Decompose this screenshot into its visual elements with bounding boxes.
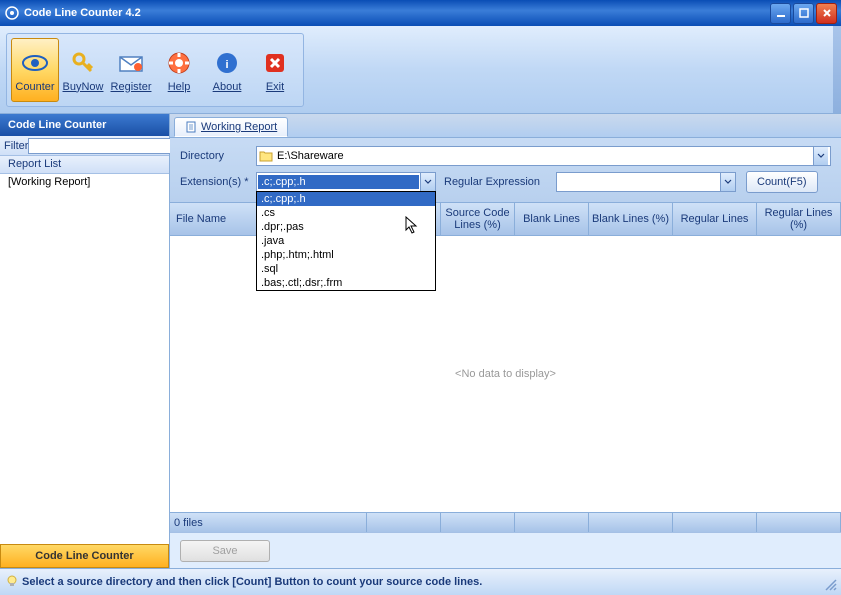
sidebar-footer: Code Line Counter xyxy=(0,544,169,568)
column-header[interactable]: Source Code Lines (%) xyxy=(441,203,515,235)
directory-label: Directory xyxy=(180,150,256,162)
directory-dropdown-button[interactable] xyxy=(813,147,828,165)
grid-footer: 0 files xyxy=(170,512,841,532)
toolbar: Counter BuyNow Register Help i About Exit xyxy=(0,26,841,114)
count-button[interactable]: Count(F5) xyxy=(746,171,818,193)
body-area: Code Line Counter Filter Report List [Wo… xyxy=(0,114,841,568)
report-list-header: Report List xyxy=(0,156,169,174)
buynow-button[interactable]: BuyNow xyxy=(59,38,107,102)
tool-label: About xyxy=(213,81,242,93)
footer-cell xyxy=(441,513,515,532)
sidebar-header: Code Line Counter xyxy=(0,114,169,136)
sidebar: Code Line Counter Filter Report List [Wo… xyxy=(0,114,170,568)
main-panel: Working Report Directory E:\Shareware Ex… xyxy=(170,114,841,568)
resize-grip[interactable] xyxy=(823,577,837,591)
directory-value: E:\Shareware xyxy=(277,150,813,162)
about-button[interactable]: i About xyxy=(203,38,251,102)
extensions-value: .c;.cpp;.h xyxy=(258,175,419,189)
directory-combo[interactable]: E:\Shareware xyxy=(256,146,831,166)
dropdown-item[interactable]: .dpr;.pas xyxy=(257,220,435,234)
filter-row: Filter xyxy=(0,136,169,156)
lifebuoy-icon xyxy=(163,47,195,79)
regex-label: Regular Expression xyxy=(444,176,548,188)
dropdown-item[interactable]: .java xyxy=(257,234,435,248)
save-button[interactable]: Save xyxy=(180,540,270,562)
exit-icon xyxy=(259,47,291,79)
extensions-dropdown-button[interactable] xyxy=(420,173,435,191)
key-icon xyxy=(67,47,99,79)
title-text: Code Line Counter 4.2 xyxy=(24,7,768,19)
toolbar-group: Counter BuyNow Register Help i About Exit xyxy=(6,33,304,107)
dropdown-item[interactable]: .sql xyxy=(257,262,435,276)
help-button[interactable]: Help xyxy=(155,38,203,102)
footer-cell xyxy=(757,513,841,532)
column-header[interactable]: Blank Lines xyxy=(515,203,589,235)
minimize-button[interactable] xyxy=(770,3,791,24)
status-text: Select a source directory and then click… xyxy=(22,576,482,588)
envelope-icon xyxy=(115,47,147,79)
status-bar: Select a source directory and then click… xyxy=(0,568,841,595)
eye-icon xyxy=(19,47,51,79)
list-item[interactable]: [Working Report] xyxy=(0,174,169,190)
tool-label: Exit xyxy=(266,81,284,93)
extensions-combo[interactable]: .c;.cpp;.h xyxy=(256,172,436,192)
tool-label: BuyNow xyxy=(63,81,104,93)
app-icon xyxy=(4,5,20,21)
folder-icon xyxy=(259,149,273,163)
tab-row: Working Report xyxy=(170,114,841,138)
column-header[interactable]: Blank Lines (%) xyxy=(589,203,673,235)
column-header[interactable]: Regular Lines xyxy=(673,203,757,235)
footer-cell xyxy=(515,513,589,532)
filter-input[interactable] xyxy=(28,138,176,154)
no-data-text: <No data to display> xyxy=(455,368,556,380)
column-header[interactable]: Regular Lines (%) xyxy=(757,203,841,235)
counter-button[interactable]: Counter xyxy=(11,38,59,102)
tool-label: Register xyxy=(111,81,152,93)
filter-label: Filter xyxy=(4,140,28,152)
dropdown-item[interactable]: .c;.cpp;.h xyxy=(257,192,435,206)
svg-text:i: i xyxy=(225,59,228,71)
dropdown-item[interactable]: .php;.htm;.html xyxy=(257,248,435,262)
tool-label: Help xyxy=(168,81,191,93)
regex-dropdown-button[interactable] xyxy=(720,173,735,191)
footer-cell xyxy=(367,513,441,532)
tab-label: Working Report xyxy=(201,121,277,133)
info-icon: i xyxy=(211,47,243,79)
regex-value xyxy=(557,173,720,191)
footer-cell xyxy=(673,513,757,532)
dropdown-item[interactable]: .bas;.ctl;.dsr;.frm xyxy=(257,276,435,290)
controls: Directory E:\Shareware Extension(s) * .c… xyxy=(170,138,841,202)
footer-cell xyxy=(589,513,673,532)
footer-cell: 0 files xyxy=(170,513,367,532)
save-row: Save xyxy=(170,532,841,568)
close-button[interactable] xyxy=(816,3,837,24)
dropdown-item[interactable]: .cs xyxy=(257,206,435,220)
report-list: [Working Report] xyxy=(0,174,169,544)
exit-button[interactable]: Exit xyxy=(251,38,299,102)
extensions-dropdown-list[interactable]: .c;.cpp;.h.cs.dpr;.pas.java.php;.htm;.ht… xyxy=(256,191,436,291)
bulb-icon xyxy=(6,575,18,590)
maximize-button[interactable] xyxy=(793,3,814,24)
tool-label: Counter xyxy=(15,81,54,93)
title-bar: Code Line Counter 4.2 xyxy=(0,0,841,26)
document-icon xyxy=(185,121,197,133)
tab-working-report[interactable]: Working Report xyxy=(174,117,288,137)
extensions-label: Extension(s) * xyxy=(180,176,256,188)
regex-combo[interactable] xyxy=(556,172,736,192)
register-button[interactable]: Register xyxy=(107,38,155,102)
